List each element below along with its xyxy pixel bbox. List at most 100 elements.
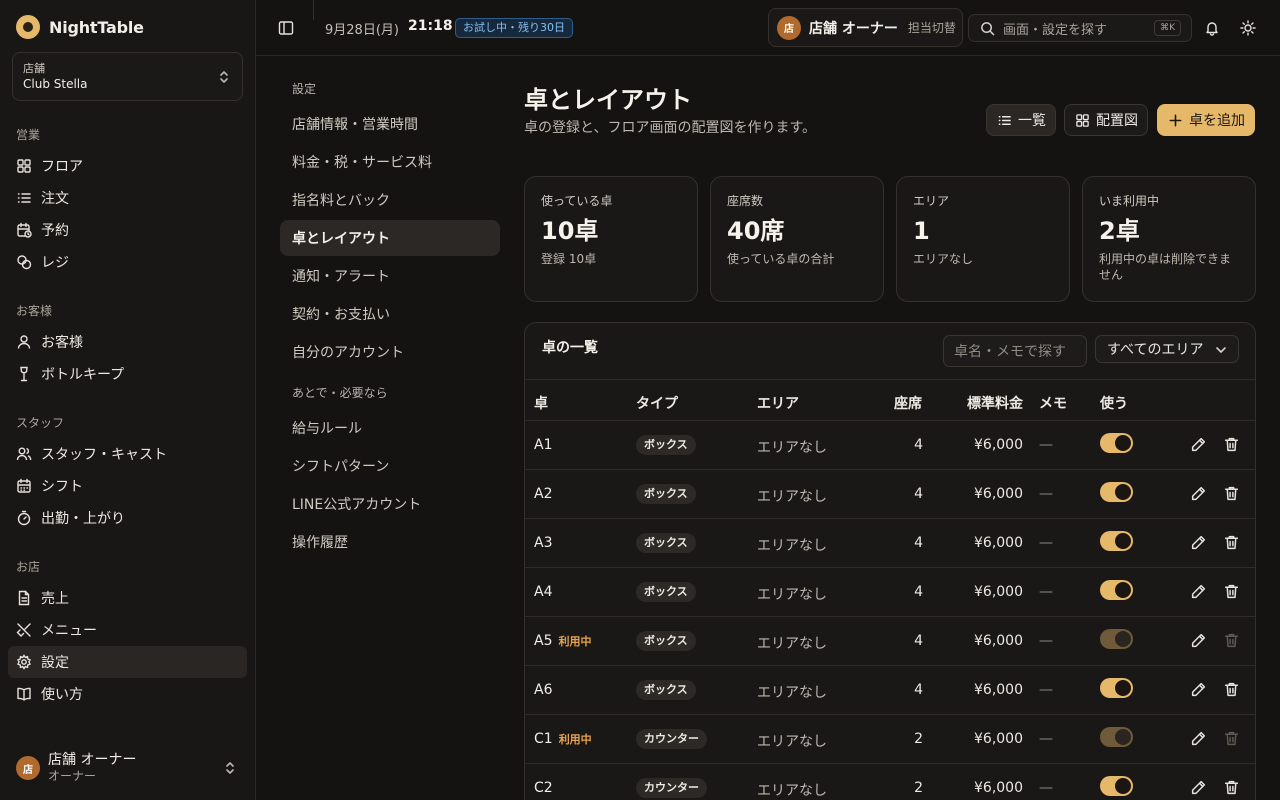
settings-nav-item[interactable]: 自分のアカウント (280, 334, 500, 370)
seats-cell: 4 (914, 535, 923, 551)
page-subtitle: 卓の登録と、フロア画面の配置図を作ります。 (524, 120, 817, 136)
list-icon (998, 115, 1011, 125)
edit-button[interactable] (1190, 485, 1207, 502)
staff-users-icon (16, 447, 32, 461)
delete-button[interactable] (1223, 583, 1240, 600)
sidebar-item-customers[interactable]: お客様 (8, 326, 247, 358)
pencil-icon (1191, 486, 1206, 501)
area-cell: エリアなし (757, 734, 827, 750)
nav-section-title: お客様 (16, 304, 53, 318)
area-cell: エリアなし (757, 538, 827, 554)
search-icon (981, 21, 995, 35)
store-switcher[interactable]: 店舗 Club Stella (12, 52, 243, 101)
sidebar-item-settings[interactable]: 設定 (8, 646, 247, 678)
edit-button[interactable] (1190, 779, 1207, 796)
chevrons-up-down-icon (226, 762, 234, 774)
search-shortcut: ⌘K (1154, 20, 1181, 36)
delete-button[interactable] (1223, 485, 1240, 502)
pencil-icon (1191, 633, 1206, 648)
table-row: A5 利用中 ボックス エリアなし 4 ¥6,000 — (525, 617, 1255, 666)
settings-nav-item[interactable]: 通知・アラート (280, 258, 500, 294)
enabled-toggle[interactable] (1100, 776, 1133, 796)
user-name: 店舗 オーナー (48, 752, 137, 768)
price-cell: ¥6,000 (974, 780, 1023, 796)
theme-toggle-button[interactable] (1238, 18, 1258, 38)
reservation-calendar-icon (17, 222, 32, 238)
settings-nav-item[interactable]: 給与ルール (280, 410, 500, 446)
delete-button[interactable] (1223, 779, 1240, 796)
sidebar-item-label: 注文 (41, 191, 69, 207)
enabled-toggle[interactable] (1100, 580, 1133, 600)
table-search-input[interactable]: 卓名・メモで探す (943, 335, 1087, 367)
settings-nav-item[interactable]: LINE公式アカウント (280, 486, 500, 522)
sidebar-item-shifts[interactable]: シフト (8, 470, 247, 502)
brand[interactable]: NightTable (16, 15, 144, 39)
pencil-icon (1191, 780, 1206, 795)
enabled-toggle[interactable] (1100, 531, 1133, 551)
enabled-toggle[interactable] (1100, 482, 1133, 502)
sidebar-item-reservations[interactable]: 予約 (8, 214, 247, 246)
user-menu[interactable]: 店 店舗 オーナー オーナー (16, 752, 242, 784)
list-view-button[interactable]: 一覧 (986, 104, 1056, 136)
delete-button[interactable] (1223, 436, 1240, 453)
column-header: 座席 (894, 396, 922, 412)
stat-card-tables: 使っている卓 10卓 登録 10卓 (524, 176, 698, 302)
edit-button[interactable] (1190, 681, 1207, 698)
edit-button[interactable] (1190, 730, 1207, 747)
edit-button[interactable] (1190, 583, 1207, 600)
guide-book-icon (17, 687, 31, 701)
settings-nav-item[interactable]: 料金・税・サービス料 (280, 144, 500, 180)
sidebar-item-register[interactable]: レジ (8, 246, 247, 278)
attendance-timer-icon (17, 510, 31, 526)
type-badge: ボックス (636, 631, 696, 651)
sidebar-item-label: ボトルキープ (41, 367, 125, 383)
price-cell: ¥6,000 (974, 437, 1023, 453)
store-label: 店舗 (23, 62, 45, 75)
sidebar-item-label: 出勤・上がり (41, 511, 125, 527)
edit-button[interactable] (1190, 632, 1207, 649)
trash-icon (1224, 486, 1239, 501)
sidebar-item-orders[interactable]: 注文 (8, 182, 247, 214)
settings-nav-item[interactable]: 操作履歴 (280, 524, 500, 560)
settings-nav-item[interactable]: 店舗情報・営業時間 (280, 106, 500, 142)
layout-view-label: 配置図 (1096, 113, 1138, 129)
add-table-label: 卓を追加 (1189, 113, 1245, 129)
sidebar-item-staff[interactable]: スタッフ・キャスト (8, 438, 247, 470)
sidebar-item-attendance[interactable]: 出勤・上がり (8, 502, 247, 534)
table-name-cell: A3 (534, 535, 552, 551)
area-filter-select[interactable]: すべてのエリア (1095, 335, 1239, 363)
staff-switcher[interactable]: 店 店舗 オーナー 担当切替 (768, 8, 963, 47)
layout-view-button[interactable]: 配置図 (1064, 104, 1148, 136)
staff-switch-label: 担当切替 (907, 21, 956, 35)
settings-nav-item[interactable]: 指名料とバック (280, 182, 500, 218)
table-row: C2 カウンター エリアなし 2 ¥6,000 — (525, 764, 1255, 800)
nav-section-title: 営業 (16, 128, 41, 142)
sidebar-item-sales[interactable]: 売上 (8, 582, 247, 614)
sidebar-item-guide[interactable]: 使い方 (8, 678, 247, 710)
delete-button[interactable] (1223, 534, 1240, 551)
list-view-label: 一覧 (1018, 113, 1046, 129)
staff-name: 店舗 オーナー (809, 20, 898, 37)
edit-button[interactable] (1190, 436, 1207, 453)
area-cell: エリアなし (757, 489, 827, 505)
settings-nav-secondary-title: あとで・必要なら (292, 386, 388, 400)
enabled-toggle[interactable] (1100, 433, 1133, 453)
notifications-button[interactable] (1202, 18, 1222, 38)
enabled-toggle[interactable] (1100, 678, 1133, 698)
toggle-sidebar-button[interactable] (277, 19, 295, 37)
menu-utensils-icon (16, 623, 31, 637)
settings-nav-item-active[interactable]: 卓とレイアウト (280, 220, 500, 256)
settings-nav-item[interactable]: シフトパターン (280, 448, 500, 484)
settings-nav-item[interactable]: 契約・お支払い (280, 296, 500, 332)
avatar: 店 (16, 756, 40, 780)
delete-button (1223, 730, 1240, 747)
sidebar-item-bottle-keep[interactable]: ボトルキープ (8, 358, 247, 390)
edit-button[interactable] (1190, 534, 1207, 551)
trash-icon (1224, 731, 1239, 746)
sidebar-item-menu[interactable]: メニュー (8, 614, 247, 646)
table-name: C1 (534, 731, 553, 747)
global-search-input[interactable]: 画面・設定を探す ⌘K (968, 14, 1192, 42)
add-table-button[interactable]: 卓を追加 (1157, 104, 1255, 136)
delete-button[interactable] (1223, 681, 1240, 698)
sidebar-item-floor[interactable]: フロア (8, 150, 247, 182)
